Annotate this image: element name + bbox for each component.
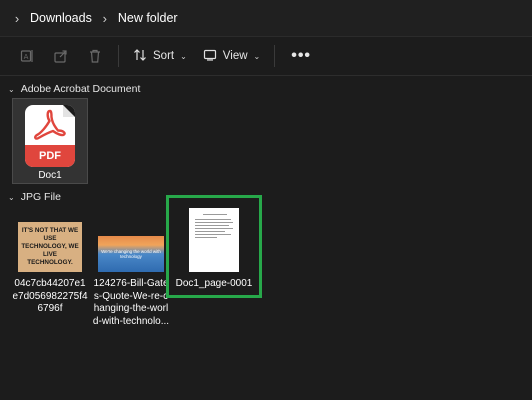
view-label: View	[222, 50, 248, 62]
file-name: Doc1	[38, 170, 62, 181]
sort-label: Sort	[153, 50, 175, 62]
toolbar-divider	[274, 45, 276, 67]
chevron-down-icon[interactable]: ⌄	[8, 193, 15, 202]
group-header-label: Adobe Acrobat Document	[20, 83, 141, 95]
image-thumbnail: IT'S NOT THAT WE USE TECHNOLOGY, WE LIVE…	[18, 222, 82, 272]
sort-button[interactable]: Sort ⌄	[125, 41, 195, 71]
file-name: 04c7cb44207e1e7d056982275f46796f	[12, 278, 88, 314]
file-explorer-window: › Downloads › New folder A Sort ⌄ View ⌄…	[0, 0, 532, 400]
image-thumbnail: We're changing the world with technology	[98, 236, 164, 272]
sort-icon	[133, 48, 147, 65]
group-header-jpg[interactable]: ⌄ JPG File	[8, 191, 61, 203]
thumbnail-caption: We're changing the world with technology	[101, 248, 161, 260]
delete-icon[interactable]	[78, 41, 112, 71]
breadcrumb-downloads[interactable]: Downloads	[24, 11, 98, 25]
file-item-doc1-pdf[interactable]: PDF Doc1	[12, 98, 88, 184]
chevron-down-icon: ⌄	[180, 51, 187, 61]
group-header-label: JPG File	[20, 191, 61, 203]
more-options-button[interactable]: •••	[281, 47, 321, 65]
file-item-jpg-quote[interactable]: IT'S NOT THAT WE USE TECHNOLOGY, WE LIVE…	[12, 222, 88, 316]
share-icon[interactable]	[44, 41, 78, 71]
view-icon	[203, 48, 217, 65]
command-bar: A Sort ⌄ View ⌄ •••	[0, 37, 532, 76]
rename-icon[interactable]: A	[10, 41, 44, 71]
chevron-down-icon[interactable]: ⌄	[8, 85, 15, 94]
chevron-right-icon[interactable]: ›	[10, 12, 24, 25]
chevron-right-icon[interactable]: ›	[98, 12, 112, 25]
svg-text:A: A	[24, 53, 29, 61]
file-item-jpg-bill-gates[interactable]: We're changing the world with technology…	[92, 236, 170, 328]
pdf-badge: PDF	[25, 145, 75, 167]
highlight-annotation	[166, 195, 262, 298]
toolbar-divider	[118, 45, 119, 67]
group-header-pdf[interactable]: ⌄ Adobe Acrobat Document	[8, 83, 140, 95]
breadcrumb-new-folder[interactable]: New folder	[112, 11, 184, 25]
pdf-file-icon: PDF	[25, 105, 75, 167]
view-button[interactable]: View ⌄	[195, 41, 268, 71]
chevron-down-icon: ⌄	[253, 51, 261, 61]
address-bar[interactable]: › Downloads › New folder	[0, 0, 532, 37]
file-name: 124276-Bill-Gates-Quote-We-re-changing-t…	[92, 278, 170, 327]
